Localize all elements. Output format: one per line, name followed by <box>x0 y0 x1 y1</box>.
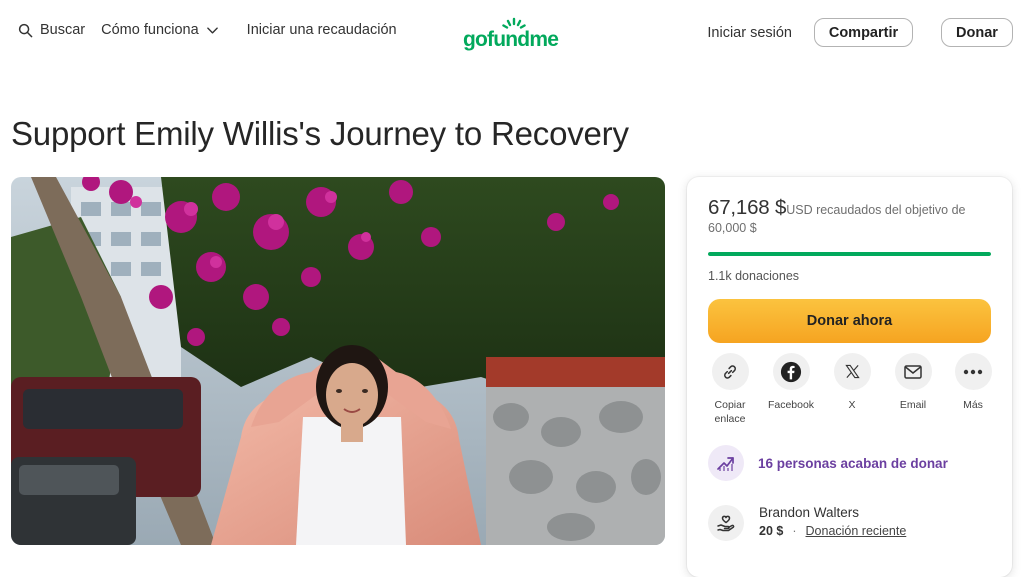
progress-bar-fill <box>708 252 991 256</box>
nav-left: Buscar Cómo funciona Iniciar una recauda… <box>18 22 397 38</box>
share-button[interactable]: Compartir <box>814 18 913 47</box>
donate-button[interactable]: Donar <box>941 18 1013 47</box>
share-x[interactable]: X <box>822 353 882 412</box>
share-email[interactable]: Email <box>883 353 943 412</box>
share-email-label: Email <box>899 399 927 411</box>
how-it-works-menu[interactable]: Cómo funciona <box>101 22 219 38</box>
trending-up-icon <box>708 445 744 481</box>
chevron-down-icon <box>206 24 219 37</box>
donation-card: 67,168 $USD recaudados del objetivo de 6… <box>687 177 1012 577</box>
donor-name: Brandon Walters <box>759 505 860 520</box>
raised-summary: 67,168 $USD recaudados del objetivo de 6… <box>708 196 988 237</box>
search-link[interactable]: Buscar <box>18 22 85 38</box>
nav-right: Iniciar sesión Compartir Donar <box>707 18 1013 47</box>
donations-count: 1.1k donaciones <box>708 269 800 283</box>
hero-photo <box>11 177 665 545</box>
login-link[interactable]: Iniciar sesión <box>707 25 792 41</box>
share-x-label: X <box>848 399 856 411</box>
facebook-icon <box>772 353 810 390</box>
raised-amount: 67,168 $ <box>708 196 787 219</box>
gofundme-logo[interactable]: gofundme <box>463 17 561 51</box>
recent-donations-text: 16 personas acaban de donar <box>758 455 948 471</box>
link-icon <box>711 353 749 390</box>
more-icon <box>954 353 992 390</box>
recent-donation-link[interactable]: Donación reciente <box>806 524 907 538</box>
how-it-works-label: Cómo funciona <box>101 22 199 38</box>
logo-wordmark: gofundme <box>463 28 559 51</box>
progress-bar <box>708 252 991 256</box>
separator-dot: · <box>792 524 797 538</box>
donate-now-button[interactable]: Donar ahora <box>708 299 991 343</box>
recent-donor: Brandon Walters 20 $ · Donación reciente <box>708 503 998 543</box>
top-header: Buscar Cómo funciona Iniciar una recauda… <box>0 0 1024 66</box>
email-icon <box>894 353 932 390</box>
donation-hand-icon <box>708 505 744 541</box>
search-label: Buscar <box>40 22 86 38</box>
search-icon <box>18 23 33 38</box>
recent-donations-banner[interactable]: 16 personas acaban de donar <box>708 445 998 481</box>
share-more-label: Más <box>963 399 983 411</box>
campaign-hero-image[interactable] <box>11 177 665 545</box>
start-fundraiser-label: Iniciar una recaudación <box>246 22 397 38</box>
share-copy-link[interactable]: Copiar enlace <box>700 353 760 426</box>
share-options: Copiar enlace Facebook X Email Más <box>700 353 1003 429</box>
share-copy-link-label: Copiar enlace <box>714 399 746 425</box>
share-more[interactable]: Más <box>943 353 1003 412</box>
share-facebook-label: Facebook <box>767 399 815 411</box>
start-fundraiser-link[interactable]: Iniciar una recaudación <box>247 22 397 38</box>
donor-amount: 20 $ <box>759 524 784 538</box>
share-facebook[interactable]: Facebook <box>761 353 821 412</box>
donor-details: 20 $ · Donación reciente <box>759 524 906 538</box>
x-icon <box>833 353 871 390</box>
page-title: Support Emily Willis's Journey to Recove… <box>11 115 629 152</box>
